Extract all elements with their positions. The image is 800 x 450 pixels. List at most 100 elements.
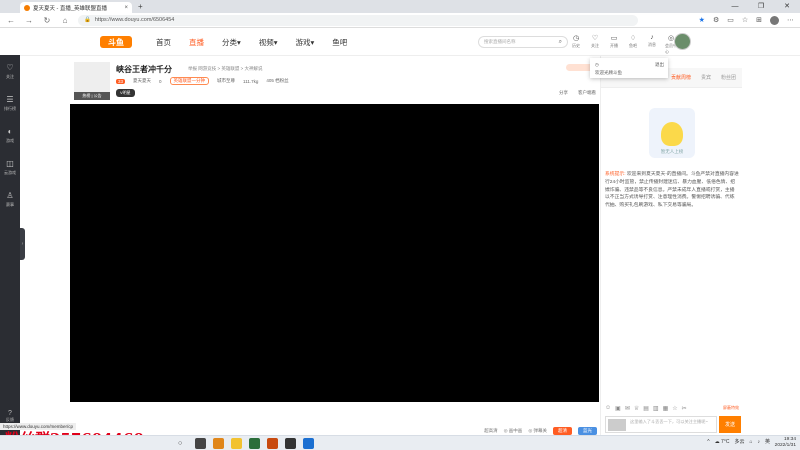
task-view-icon[interactable] <box>195 438 206 449</box>
hd-button[interactable]: 超清 <box>553 427 572 435</box>
scissors-icon[interactable]: ✂ <box>682 405 687 412</box>
network-icon[interactable]: ⌂ <box>749 439 752 445</box>
user-avatar[interactable] <box>674 33 691 50</box>
share-button[interactable]: 分享 <box>559 90 568 96</box>
tab-vip[interactable]: 贵宾 <box>701 74 711 81</box>
star-icon[interactable]: ☆ <box>672 405 677 412</box>
sidebar-item-rank[interactable]: ☰ 排行榜 <box>0 87 20 119</box>
menu-video[interactable]: 视频▾ <box>259 37 278 48</box>
bluray-button[interactable]: 蓝光 <box>578 427 597 435</box>
popup-welcome: 欢迎光顾斗鱼 <box>595 70 622 75</box>
emoji-icon[interactable]: ☺ <box>605 405 611 411</box>
room-avatar-tag[interactable]: 热榜 | 公告 <box>74 92 110 100</box>
client-button[interactable]: 客户端看 <box>578 90 596 96</box>
minimize-button[interactable]: — <box>722 0 748 13</box>
back-button[interactable]: ← <box>6 16 16 25</box>
collections-icon[interactable]: ⊞ <box>756 16 762 24</box>
follow-button[interactable]: ♡ 关注 <box>589 34 601 55</box>
history-button[interactable]: ◷ 历史 <box>570 34 582 55</box>
extension-icon[interactable]: ⚙ <box>713 16 719 24</box>
feedback-button[interactable]: ? 反馈 <box>0 410 20 423</box>
block-effects-toggle[interactable]: 屏蔽特效 <box>723 405 739 411</box>
tab-fan-club[interactable]: 粉丝团 <box>721 74 736 81</box>
app-icon[interactable] <box>249 438 260 449</box>
sidebar-item-esports[interactable]: ♙ 赛事 <box>0 183 20 215</box>
quality-label[interactable]: 超高清 <box>484 428 498 434</box>
bag-icon[interactable]: ▦ <box>663 405 669 412</box>
edge-icon[interactable] <box>303 438 314 449</box>
messages-button[interactable]: ♪ 消息 <box>646 34 658 55</box>
forward-button[interactable]: → <box>24 16 34 25</box>
menu-icon[interactable]: ⋯ <box>787 16 794 24</box>
url-text: https://www.douyu.com/6506454 <box>94 17 175 23</box>
favorites-icon[interactable]: ☆ <box>742 16 748 24</box>
menu-live[interactable]: 直播 <box>189 37 204 48</box>
address-bar[interactable]: 🔒 https://www.douyu.com/6506454 <box>78 14 638 26</box>
app-icon[interactable] <box>285 438 296 449</box>
gift-icon[interactable]: ▥ <box>653 405 659 412</box>
box-icon[interactable]: ▤ <box>643 405 649 412</box>
system-message: 系统提示: 欢迎来到夏天夏天-的直播间。斗鱼严禁对直播内容进行24小时监管，禁止… <box>605 171 739 210</box>
tray-expand-icon[interactable]: ^ <box>707 439 709 445</box>
weather-text: 多云 <box>734 439 745 445</box>
browser-tab[interactable]: 夏天夏天 - 直播_英雄联盟直播 × <box>20 2 132 13</box>
ime-indicator[interactable]: 英 <box>765 438 770 445</box>
weather-widget[interactable]: ☁ 7°C <box>715 439 730 445</box>
mail-icon[interactable]: ✉ <box>625 405 630 412</box>
yuba-button[interactable]: ♢ 鱼吧 <box>627 34 639 55</box>
file-explorer-icon[interactable] <box>231 438 242 449</box>
broadcast-button[interactable]: ▭ 开播 <box>608 34 620 55</box>
chat-panel: 贡献周榜 贵宾 粉丝团 暂无人上榜 系统提示: 欢迎来到夏天夏天-的直播间。斗鱼… <box>600 56 742 435</box>
taskbar-search-icon[interactable]: ○ <box>178 440 182 447</box>
card-icon[interactable]: ▣ <box>615 405 621 412</box>
tab-close-icon[interactable]: × <box>124 5 128 11</box>
browser-navbar: ← → ↻ ⌂ 🔒 https://www.douyu.com/6506454 … <box>0 13 800 28</box>
profile-avatar[interactable] <box>770 15 779 25</box>
video-player[interactable] <box>70 104 599 402</box>
menu-home[interactable]: 首页 <box>156 37 171 48</box>
room-avatar[interactable]: 热榜 | 公告 <box>74 62 110 100</box>
close-window-button[interactable]: ✕ <box>774 0 800 13</box>
star-badge[interactable]: V明星 <box>116 89 135 97</box>
room-category[interactable]: 举报 网游竞技 > 英雄联盟 > 大神解说 <box>188 66 263 72</box>
search-input[interactable]: 搜索直播间名称 <box>484 39 516 45</box>
sidebar-item-game[interactable]: ◐ 游戏 <box>0 119 20 151</box>
sidebar-item-cloud-game[interactable]: ◫ 云游戏 <box>0 151 20 183</box>
sidebar-collapse-handle[interactable]: › <box>20 228 25 260</box>
douyu-favicon-icon <box>24 4 30 11</box>
video-controls: 超高清 ◎ 画中画 ◎ 弹幕关 超清 蓝光 <box>70 402 599 435</box>
menu-yuba[interactable]: 鱼吧 <box>332 37 347 48</box>
sidebar-item-follow[interactable]: ♡ 关注 <box>0 55 20 87</box>
menu-game[interactable]: 游戏▾ <box>296 37 315 48</box>
taskbar-clock[interactable]: 19:34 2022/1/31 <box>775 437 796 449</box>
rank-pill[interactable]: 英雄联盟一分钟 <box>169 77 210 85</box>
douyu-logo[interactable]: 斗鱼 <box>100 36 132 48</box>
chat-input[interactable]: 这里输入了斗丢丢一下，可以关注主播呢~ <box>605 416 717 433</box>
split-icon[interactable]: ▭ <box>727 16 734 24</box>
left-sidebar: ♡ 关注 ☰ 排行榜 ◐ 游戏 ◫ 云游戏 ♙ 赛事 ? 反馈 <box>0 55 20 435</box>
pip-button[interactable]: ◎ 画中画 <box>504 428 523 434</box>
messages-label: 消息 <box>648 42 656 47</box>
site-header: 斗鱼 首页 直播 分类▾ 视频▾ 游戏▾ 鱼吧 搜索直播间名称 ⌕ ◷ 历史 ♡ 关… <box>20 28 800 56</box>
system-tray: ^ ☁ 7°C 多云 ⌂ ♪ 英 <box>707 438 770 446</box>
sidebar-label: 排行榜 <box>4 105 16 111</box>
search-icon[interactable]: ⌕ <box>559 39 562 46</box>
app-icon[interactable] <box>213 438 224 449</box>
maximize-button[interactable]: ❐ <box>748 0 774 13</box>
crown-icon[interactable]: ♕ <box>634 405 639 412</box>
reload-button[interactable]: ↻ <box>42 16 52 25</box>
new-tab-button[interactable]: + <box>138 2 143 11</box>
app-icon[interactable] <box>267 438 278 449</box>
logout-button[interactable]: 退出 <box>655 62 664 68</box>
home-button[interactable]: ⌂ <box>60 16 70 25</box>
chat-toolbar: ☺ ▣ ✉ ♕ ▤ ▥ ▦ ☆ ✂ 屏蔽特效 <box>605 403 739 413</box>
window-controls: — ❐ ✕ <box>722 0 800 13</box>
star-icon[interactable]: ★ <box>699 16 705 24</box>
menu-category[interactable]: 分类▾ <box>222 37 241 48</box>
volume-icon[interactable]: ♪ <box>757 439 760 445</box>
danmaku-toggle[interactable]: ◎ 弹幕关 <box>528 428 547 434</box>
tab-weekly-rank[interactable]: 贡献周榜 <box>671 74 691 81</box>
anchor-name[interactable]: 夏天夏天 <box>133 78 151 84</box>
send-button[interactable]: 发送 <box>719 416 741 433</box>
search-box[interactable]: 搜索直播间名称 ⌕ <box>478 36 568 48</box>
